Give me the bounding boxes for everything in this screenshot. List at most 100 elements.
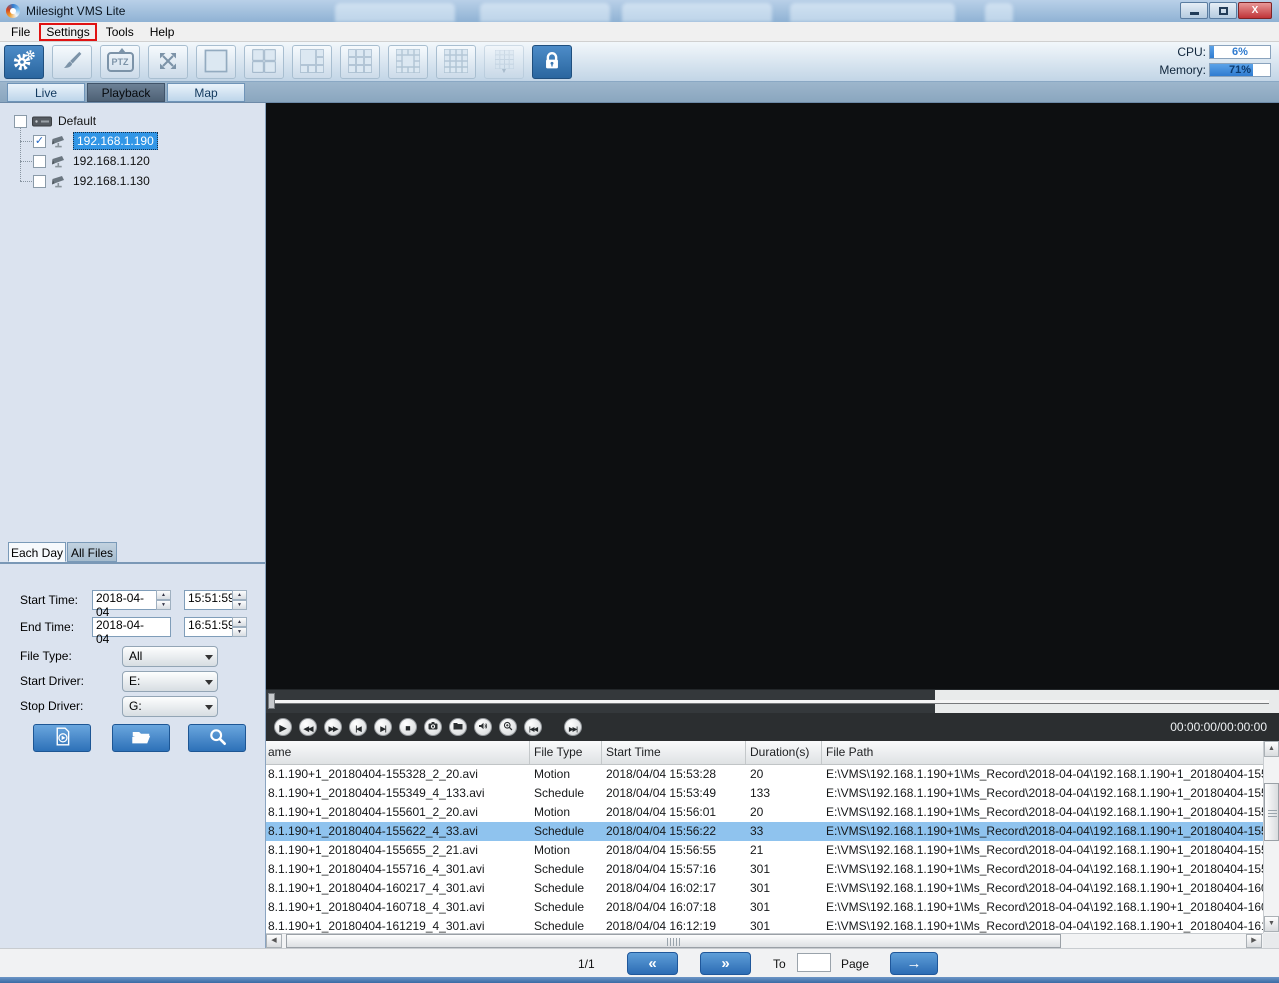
tree-item-192.168.1.130[interactable]: 192.168.1.130 bbox=[33, 171, 150, 191]
color-adjust-button[interactable] bbox=[52, 45, 92, 79]
layout-16-icon bbox=[444, 49, 468, 76]
camera-label[interactable]: 192.168.1.130 bbox=[73, 174, 150, 188]
end-date-input[interactable]: 2018-04-04 bbox=[92, 617, 171, 637]
layout-6-button[interactable] bbox=[292, 45, 332, 79]
column-header-name[interactable]: ame bbox=[266, 741, 530, 764]
scroll-up-button[interactable]: ▲ bbox=[1264, 741, 1279, 757]
table-row[interactable]: 8.1.190+1_20180404-160217_4_301.aviSched… bbox=[266, 879, 1263, 898]
minimize-button[interactable] bbox=[1180, 2, 1208, 19]
menu-settings[interactable]: Settings bbox=[39, 23, 96, 41]
layout-9-button[interactable] bbox=[340, 45, 380, 79]
table-row[interactable]: 8.1.190+1_20180404-155349_4_133.aviSched… bbox=[266, 784, 1263, 803]
camera-checkbox[interactable]: ✓ bbox=[33, 135, 46, 148]
open-record-folder-button[interactable] bbox=[449, 718, 467, 736]
camera-label[interactable]: 192.168.1.190 bbox=[73, 132, 158, 150]
tree-item-default-group[interactable]: Default bbox=[14, 111, 96, 131]
table-cell: 33 bbox=[746, 822, 822, 841]
table-cell: 301 bbox=[746, 860, 822, 879]
app-window: Milesight VMS Lite X File Settings Tools… bbox=[0, 0, 1279, 983]
column-header-start-time[interactable]: Start Time bbox=[602, 741, 746, 764]
open-folder-button[interactable] bbox=[112, 724, 170, 752]
start-clock-spinner[interactable]: ▲▼ bbox=[232, 590, 247, 610]
maximize-button[interactable] bbox=[1209, 2, 1237, 19]
camera-checkbox[interactable] bbox=[33, 155, 46, 168]
layout-13-button[interactable] bbox=[388, 45, 428, 79]
table-row[interactable]: 8.1.190+1_20180404-161219_4_301.aviSched… bbox=[266, 917, 1263, 933]
tab-map[interactable]: Map bbox=[167, 83, 245, 102]
seek-bar[interactable] bbox=[266, 690, 1279, 713]
horizontal-scroll-thumb[interactable] bbox=[286, 934, 1061, 948]
file-type-select[interactable]: All bbox=[122, 646, 218, 667]
layout-16-button[interactable] bbox=[436, 45, 476, 79]
rewind-button[interactable]: ◀◀ bbox=[299, 718, 317, 736]
stop-driver-select[interactable]: G: bbox=[122, 696, 218, 717]
go-to-page-button[interactable]: → bbox=[890, 952, 938, 975]
column-header-duration[interactable]: Duration(s) bbox=[746, 741, 822, 764]
table-row[interactable]: 8.1.190+1_20180404-155655_2_21.aviMotion… bbox=[266, 841, 1263, 860]
backup-button[interactable] bbox=[33, 724, 91, 752]
table-row[interactable]: 8.1.190+1_20180404-155601_2_20.aviMotion… bbox=[266, 803, 1263, 822]
next-page-button[interactable]: » bbox=[700, 952, 751, 975]
menu-tools[interactable]: Tools bbox=[99, 24, 141, 40]
prev-frame-button[interactable]: |◀ bbox=[349, 718, 367, 736]
close-button[interactable]: X bbox=[1238, 2, 1272, 19]
tab-all-files[interactable]: All Files bbox=[67, 542, 117, 562]
next-file-button[interactable]: ▶▶| bbox=[564, 718, 582, 736]
prev-file-button[interactable]: |◀◀ bbox=[524, 718, 542, 736]
column-header-file-type[interactable]: File Type bbox=[530, 741, 602, 764]
tree-item-192.168.1.120[interactable]: 192.168.1.120 bbox=[33, 151, 150, 171]
scroll-left-button[interactable]: ◀ bbox=[266, 934, 282, 948]
table-cell: 8.1.190+1_20180404-155328_2_20.avi bbox=[266, 765, 530, 784]
app-icon bbox=[6, 4, 20, 18]
ptz-button[interactable]: PTZ bbox=[100, 45, 140, 79]
digital-zoom-button[interactable] bbox=[499, 718, 517, 736]
play-button[interactable]: ▶ bbox=[274, 718, 292, 736]
main-toolbar: PTZ▼ CPU: 6% Memory: 71% bbox=[0, 42, 1279, 82]
cpu-label: CPU: bbox=[1177, 45, 1206, 59]
table-row[interactable]: 8.1.190+1_20180404-155716_4_301.aviSched… bbox=[266, 860, 1263, 879]
tab-live[interactable]: Live bbox=[7, 83, 85, 102]
vertical-scroll-thumb[interactable] bbox=[1264, 783, 1279, 841]
camera-checkbox[interactable] bbox=[33, 175, 46, 188]
search-button[interactable] bbox=[188, 724, 246, 752]
seek-handle[interactable] bbox=[268, 693, 275, 709]
title-bar[interactable]: Milesight VMS Lite X bbox=[0, 0, 1279, 23]
start-date-spinner[interactable]: ▲▼ bbox=[156, 590, 171, 610]
table-row[interactable]: 8.1.190+1_20180404-155622_4_33.aviSchedu… bbox=[266, 822, 1263, 841]
column-header-file-path[interactable]: File Path bbox=[822, 741, 1263, 764]
table-cell: Schedule bbox=[530, 822, 602, 841]
seek-track[interactable] bbox=[274, 700, 1269, 704]
file-play-icon bbox=[52, 726, 73, 750]
prev-page-button[interactable]: « bbox=[627, 952, 678, 975]
end-clock-spinner[interactable]: ▲▼ bbox=[232, 617, 247, 637]
layout-1-button[interactable] bbox=[196, 45, 236, 79]
snapshot-button[interactable] bbox=[424, 718, 442, 736]
tab-each-day[interactable]: Each Day bbox=[8, 542, 66, 562]
group-checkbox[interactable] bbox=[14, 115, 27, 128]
menu-help[interactable]: Help bbox=[143, 24, 182, 40]
scroll-right-button[interactable]: ▶ bbox=[1246, 934, 1262, 948]
page-label: Page bbox=[841, 957, 869, 971]
start-driver-select[interactable]: E: bbox=[122, 671, 218, 692]
camera-label[interactable]: 192.168.1.120 bbox=[73, 154, 150, 168]
table-horizontal-scrollbar[interactable]: ◀ ▶ bbox=[266, 933, 1263, 948]
table-row[interactable]: 8.1.190+1_20180404-155328_2_20.aviMotion… bbox=[266, 765, 1263, 784]
fullscreen-button[interactable] bbox=[148, 45, 188, 79]
layout-4-button[interactable] bbox=[244, 45, 284, 79]
video-display-area[interactable] bbox=[266, 103, 1279, 690]
next-frame-button[interactable]: ▶| bbox=[374, 718, 392, 736]
scroll-down-button[interactable]: ▼ bbox=[1264, 916, 1279, 932]
tab-playback[interactable]: Playback bbox=[87, 83, 165, 102]
table-row[interactable]: 8.1.190+1_20180404-160718_4_301.aviSched… bbox=[266, 898, 1263, 917]
page-number-input[interactable] bbox=[797, 953, 831, 972]
settings-button[interactable] bbox=[4, 45, 44, 79]
stop-button[interactable]: ■ bbox=[399, 718, 417, 736]
fast-forward-button[interactable]: ▶▶ bbox=[324, 718, 342, 736]
lock-button[interactable] bbox=[532, 45, 572, 79]
menu-file[interactable]: File bbox=[4, 24, 37, 40]
group-label[interactable]: Default bbox=[58, 114, 96, 128]
tree-item-192.168.1.190[interactable]: ✓ 192.168.1.190 bbox=[33, 131, 158, 151]
table-vertical-scrollbar[interactable]: ▲ ▼ bbox=[1263, 741, 1279, 933]
cpu-value: 6% bbox=[1210, 46, 1270, 59]
volume-button[interactable] bbox=[474, 718, 492, 736]
